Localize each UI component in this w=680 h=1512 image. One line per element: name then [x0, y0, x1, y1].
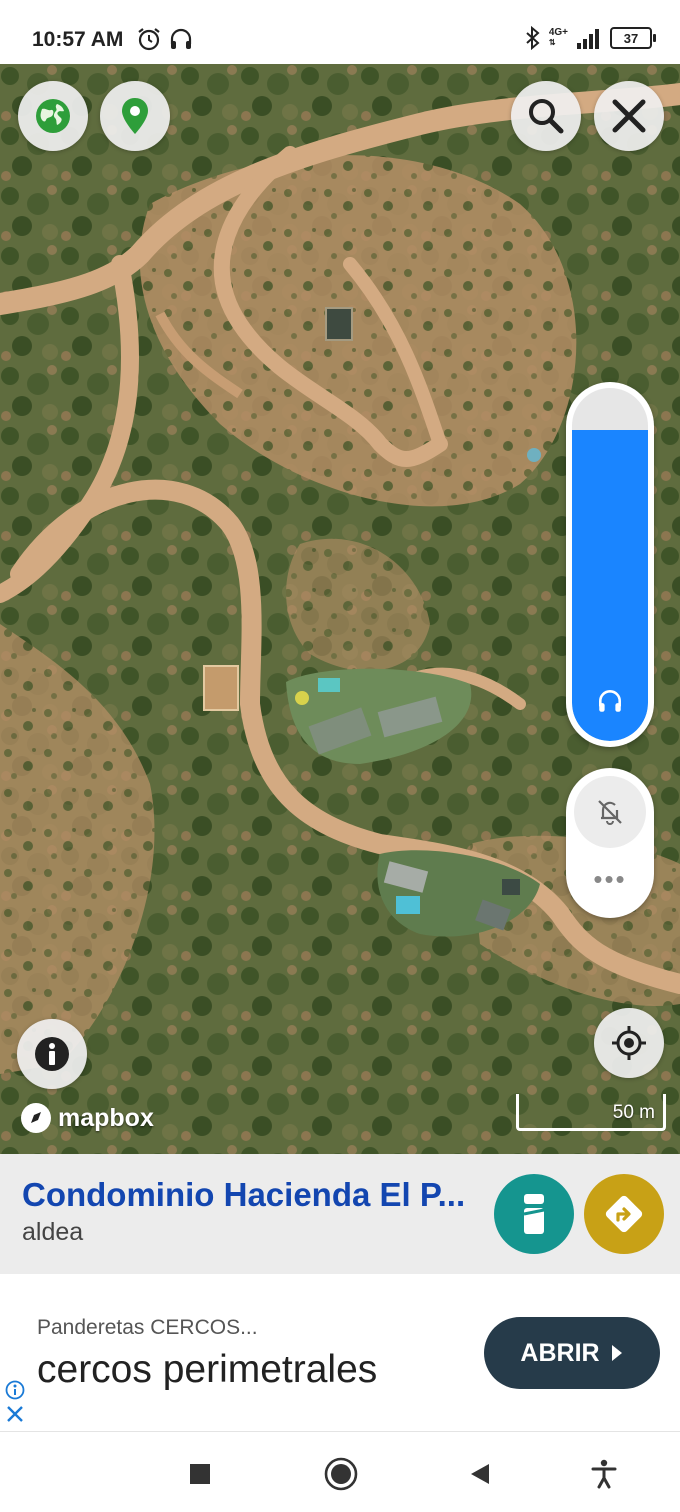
status-time: 10:57 AM — [32, 28, 124, 51]
network-type: 4G+ ⇅ — [548, 27, 568, 48]
status-bar: 10:57 AM 4G+ ⇅ 37 — [0, 0, 680, 64]
more-icon: ••• — [593, 863, 627, 894]
home-button[interactable] — [321, 1454, 361, 1494]
scale-label: 50 m — [612, 1102, 655, 1123]
map-pin-icon — [122, 98, 148, 134]
home-icon — [324, 1457, 358, 1491]
battery-level: 37 — [623, 30, 639, 46]
headphones-icon — [599, 690, 621, 712]
back-button[interactable] — [460, 1454, 500, 1494]
mapbox-attribution[interactable]: mapbox — [20, 1102, 154, 1134]
globe-icon — [36, 99, 70, 133]
directions-button[interactable] — [584, 1174, 664, 1254]
ad-close-icon[interactable] — [5, 1404, 25, 1424]
scale-bar: 50 m — [516, 1094, 666, 1131]
ad-advertiser: Panderetas CERCOS... — [37, 1316, 258, 1339]
back-icon — [471, 1464, 489, 1484]
map-info-button[interactable] — [17, 1019, 87, 1089]
place-details-button[interactable] — [494, 1174, 574, 1254]
bluetooth-icon — [526, 26, 540, 50]
close-button[interactable] — [594, 81, 664, 151]
accessibility-icon — [591, 1459, 617, 1489]
alarm-icon — [138, 28, 160, 51]
recents-icon — [190, 1464, 210, 1484]
place-type: aldea — [22, 1218, 84, 1246]
more-options-button[interactable]: ••• — [584, 864, 636, 894]
directions-icon — [605, 1195, 643, 1233]
search-button[interactable] — [511, 81, 581, 151]
globe-button[interactable] — [18, 81, 88, 151]
place-name[interactable]: Condominio Hacienda El P... — [22, 1176, 480, 1214]
info-icon — [35, 1037, 69, 1071]
crosshair-icon — [612, 1026, 646, 1060]
headphones-icon — [170, 28, 192, 49]
search-icon — [529, 99, 564, 134]
ad-choices-icon[interactable] — [5, 1380, 25, 1400]
location-pin-button[interactable] — [100, 81, 170, 151]
ad-open-label: ABRIR — [520, 1338, 600, 1367]
mapbox-logo-icon — [21, 1103, 51, 1133]
satellite-map[interactable]: ••• mapbox 50 m — [0, 64, 680, 1154]
sound-options-panel: ••• — [566, 768, 654, 918]
signal-icon — [577, 29, 599, 49]
mapbox-wordmark: mapbox — [58, 1103, 154, 1132]
volume-slider[interactable] — [572, 388, 648, 741]
info-icon — [523, 1194, 545, 1234]
recents-button[interactable] — [180, 1454, 220, 1494]
volume-panel — [566, 382, 654, 747]
close-icon — [612, 99, 646, 133]
ad-banner[interactable]: Panderetas CERCOS... cercos perimetrales… — [0, 1276, 680, 1431]
status-left-icons — [136, 26, 194, 52]
battery-icon: 37 — [610, 27, 656, 49]
play-arrow-icon — [611, 1345, 622, 1361]
my-location-button[interactable] — [594, 1008, 664, 1078]
bell-off-icon — [598, 800, 622, 825]
ad-open-button[interactable]: ABRIR — [484, 1317, 660, 1389]
mute-button[interactable] — [574, 776, 646, 848]
accessibility-button[interactable] — [584, 1454, 624, 1494]
status-right: 4G+ ⇅ 37 — [525, 26, 656, 50]
system-nav-bar — [0, 1431, 680, 1512]
ad-headline[interactable]: cercos perimetrales — [37, 1348, 377, 1392]
place-info-bar[interactable]: Condominio Hacienda El P... aldea — [0, 1154, 680, 1274]
